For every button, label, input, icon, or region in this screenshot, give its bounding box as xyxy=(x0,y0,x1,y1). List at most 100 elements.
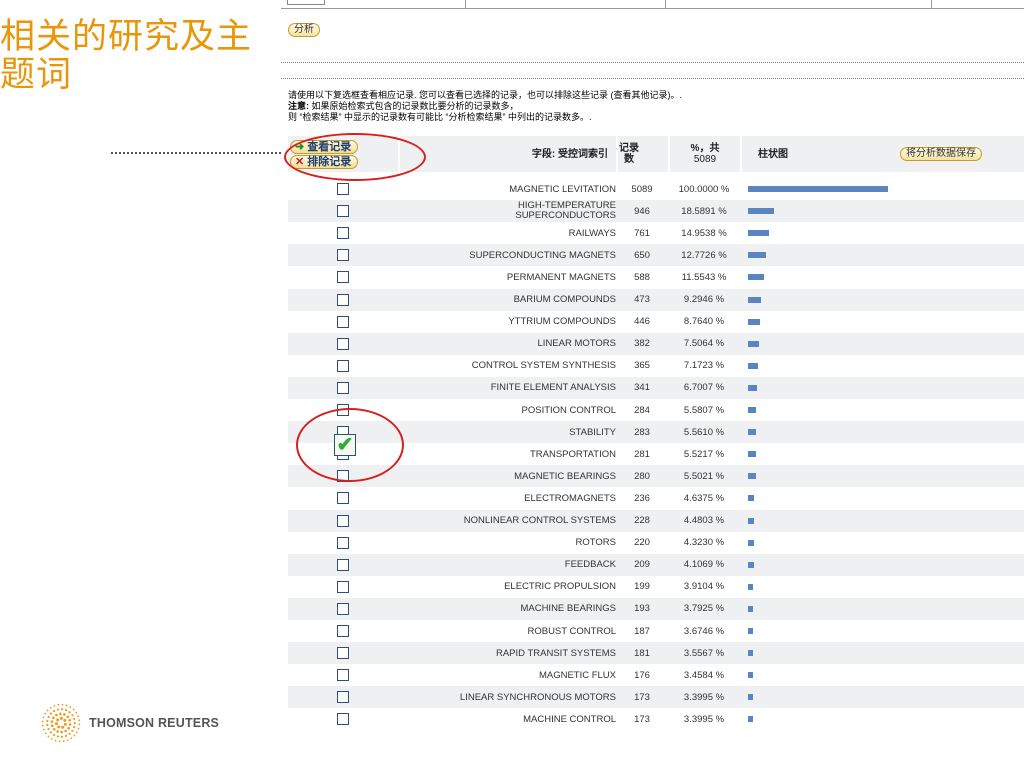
row-checkbox-cell xyxy=(288,620,398,642)
row-checkbox[interactable] xyxy=(337,315,349,328)
row-checkbox[interactable] xyxy=(337,183,349,195)
table-row: POSITION CONTROL 284 5.5807 % xyxy=(288,399,1024,421)
column-separator xyxy=(740,136,742,172)
count-cell: 220 xyxy=(634,537,650,549)
row-checkbox[interactable] xyxy=(337,205,349,218)
table-row: LINEAR MOTORS 382 7.5064 % xyxy=(288,332,1024,355)
table-row: YTTRIUM COMPOUNDS 446 8.7640 % xyxy=(288,311,1024,333)
percentage-bar xyxy=(748,716,753,723)
logo-dot xyxy=(49,706,52,709)
row-checkbox[interactable] xyxy=(337,514,349,527)
row-checkbox-cell xyxy=(288,244,398,266)
logo-dot xyxy=(42,728,45,731)
percent-header-line: %，共 xyxy=(690,143,720,154)
bar-cell xyxy=(748,664,908,686)
term-cell: RAPID TRANSIT SYSTEMS xyxy=(495,647,616,659)
table-row: MAGNETIC BEARINGS 280 5.5021 % xyxy=(288,465,1024,488)
table-row: MACHINE BEARINGS 193 3.7925 % xyxy=(288,597,1024,620)
row-checkbox[interactable] xyxy=(337,691,349,704)
logo-dot xyxy=(59,716,63,720)
row-checkbox[interactable] xyxy=(337,337,349,350)
analyze-button[interactable]: 分析 xyxy=(288,23,320,37)
logo-dot xyxy=(64,729,67,733)
percentage-bar xyxy=(748,296,761,303)
count-cell: 173 xyxy=(634,691,650,703)
bar-cell xyxy=(748,443,908,465)
percent-cell: 4.3230 % xyxy=(683,537,725,549)
logo-dot xyxy=(73,721,76,725)
term-cell: ROTORS xyxy=(575,537,616,549)
term-cell: MAGNETIC LEVITATION xyxy=(509,183,616,195)
logo-dot xyxy=(56,735,59,738)
row-checkbox[interactable] xyxy=(337,580,349,593)
logo-dot xyxy=(41,720,44,723)
dotted-divider xyxy=(281,62,1024,63)
percent-cell: 100.0000 % xyxy=(678,183,730,195)
logo-dot xyxy=(60,730,63,734)
term-cell: CONTROL SYSTEM SYNTHESIS xyxy=(471,360,616,372)
bar-cell xyxy=(748,355,908,377)
count-cell: 236 xyxy=(634,492,650,504)
logo-dot xyxy=(61,725,65,729)
percentage-bar xyxy=(748,208,774,215)
row-checkbox[interactable] xyxy=(337,293,349,306)
count-cell: 181 xyxy=(634,647,650,659)
percent-cell: 14.9538 % xyxy=(681,227,727,239)
bar-cell xyxy=(748,333,908,355)
row-checkbox[interactable] xyxy=(337,558,349,571)
logo-dot xyxy=(44,712,46,715)
bar-cell xyxy=(748,266,908,288)
percentage-bar xyxy=(748,451,756,458)
count-cell: 176 xyxy=(634,669,650,681)
previous-input-field[interactable] xyxy=(287,0,325,5)
term-cell: TRANSPORTATION xyxy=(529,448,616,460)
logo-dot xyxy=(53,704,56,707)
percent-cell: 3.9104 % xyxy=(683,581,725,593)
percentage-bar xyxy=(748,672,753,679)
row-checkbox-cell xyxy=(288,598,398,620)
row-checkbox-cell xyxy=(288,178,398,200)
row-checkbox[interactable] xyxy=(337,713,349,726)
logo-dot xyxy=(50,738,53,740)
logo-dot xyxy=(46,719,49,723)
percent-cell: 7.1723 % xyxy=(683,360,725,372)
row-checkbox-cell xyxy=(288,664,398,686)
term-cell: SUPERCONDUCTING MAGNETS xyxy=(469,249,616,261)
row-checkbox[interactable] xyxy=(337,359,349,372)
previous-table-cell xyxy=(665,0,666,8)
logo-dot xyxy=(52,733,56,737)
bar-cell xyxy=(748,686,908,708)
count-cell: 761 xyxy=(634,227,650,239)
row-checkbox[interactable] xyxy=(337,249,349,262)
row-checkbox[interactable] xyxy=(337,271,349,284)
logo-dot xyxy=(47,735,50,738)
percentage-bar xyxy=(748,384,757,391)
row-checkbox[interactable] xyxy=(337,381,349,394)
percentage-bar xyxy=(748,561,754,568)
checked-checkbox-callout[interactable]: ✔ xyxy=(334,434,356,456)
percent-cell: 5.5021 % xyxy=(683,470,725,482)
percentage-bar xyxy=(748,230,769,237)
percent-cell: 11.5543 % xyxy=(681,271,727,283)
row-checkbox[interactable] xyxy=(337,227,349,240)
row-checkbox[interactable] xyxy=(337,492,349,505)
logo-dot xyxy=(53,709,56,713)
checkmark-icon: ✔ xyxy=(336,434,354,456)
row-checkbox[interactable] xyxy=(337,669,349,682)
row-checkbox-cell xyxy=(288,289,398,311)
row-checkbox-cell xyxy=(288,487,398,509)
row-checkbox[interactable] xyxy=(337,625,349,637)
bar-cell xyxy=(748,554,908,576)
row-checkbox[interactable] xyxy=(337,602,349,615)
logo-text: THOMSON REUTERS xyxy=(89,716,220,730)
percentage-bar xyxy=(748,274,764,281)
row-checkbox[interactable] xyxy=(337,536,349,549)
percentage-bar xyxy=(748,186,888,192)
term-cell: MAGNETIC FLUX xyxy=(538,669,616,681)
notice-label: 注意: xyxy=(288,101,309,111)
save-analysis-data-button[interactable]: 将分析数据保存 xyxy=(900,147,982,161)
percentage-bar xyxy=(748,252,766,259)
term-cell: PERMANENT MAGNETS xyxy=(506,271,616,283)
row-checkbox[interactable] xyxy=(337,647,349,660)
dotted-divider xyxy=(281,78,1024,79)
